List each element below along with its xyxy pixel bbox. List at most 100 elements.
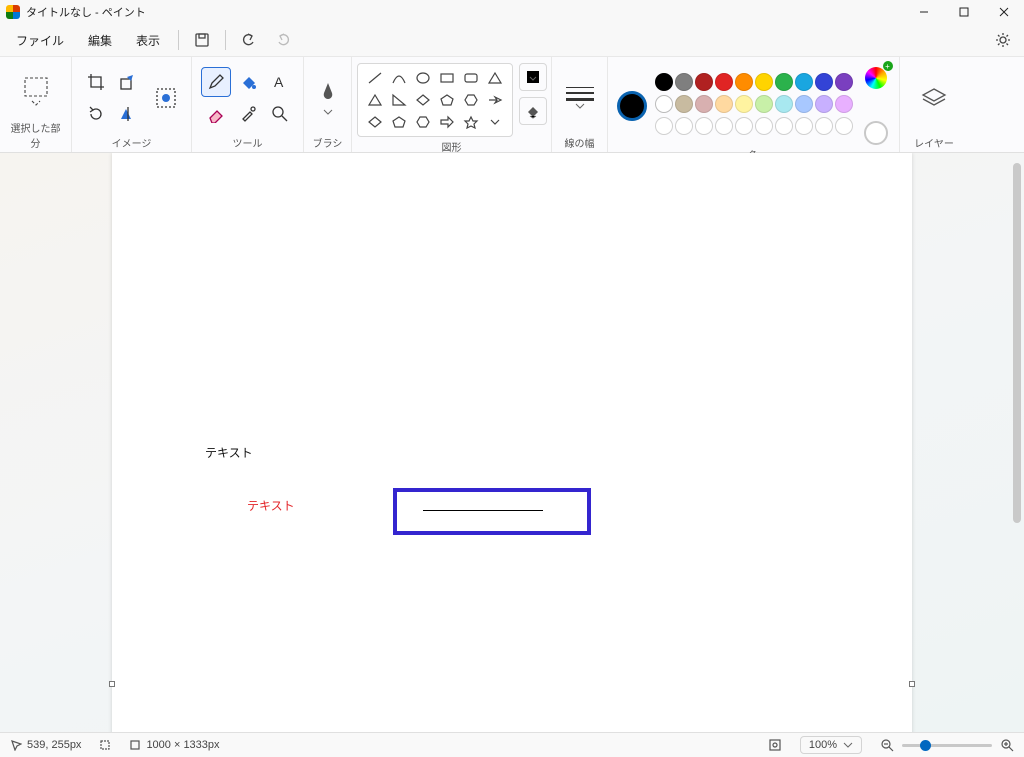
swatch-empty[interactable] [835, 117, 853, 135]
remove-background-button[interactable] [149, 81, 183, 115]
workspace[interactable]: テキスト テキスト [0, 153, 1024, 732]
swatch-empty[interactable] [715, 117, 733, 135]
shapes-gallery[interactable] [357, 63, 513, 137]
canvas[interactable] [112, 153, 912, 732]
swatch[interactable] [715, 95, 733, 113]
swatch[interactable] [715, 73, 733, 91]
swatch[interactable] [835, 95, 853, 113]
swatch[interactable] [775, 73, 793, 91]
shape-right-triangle[interactable] [388, 90, 410, 110]
selection-size [99, 739, 111, 751]
minimize-button[interactable] [904, 0, 944, 24]
shape-triangle[interactable] [364, 90, 386, 110]
edit-colors-button[interactable] [861, 63, 891, 93]
shape-curve[interactable] [388, 68, 410, 88]
canvas-size-value: 1000 × 1333px [146, 739, 219, 751]
shape-pentagon2[interactable] [388, 112, 410, 132]
shape-arrow[interactable] [484, 90, 506, 110]
shape-diamond[interactable] [412, 90, 434, 110]
shape-pentagon[interactable] [436, 90, 458, 110]
swatch-empty[interactable] [695, 117, 713, 135]
layers-button[interactable] [921, 63, 947, 133]
swatch-empty[interactable] [755, 117, 773, 135]
shape-hexagon[interactable] [460, 90, 482, 110]
swatch-empty[interactable] [655, 117, 673, 135]
swatch-empty[interactable] [775, 117, 793, 135]
canvas-text-1: テキスト [205, 444, 253, 461]
swatch[interactable] [835, 73, 853, 91]
canvas-handle-left[interactable] [109, 681, 115, 687]
shape-roundrect[interactable] [460, 68, 482, 88]
canvas-handle-right[interactable] [909, 681, 915, 687]
swatch[interactable] [655, 73, 673, 91]
ribbon: 選択した部分 イメージ A ツール [0, 56, 1024, 153]
shape-oval[interactable] [412, 68, 434, 88]
rotate-button[interactable] [81, 99, 111, 129]
swatch[interactable] [795, 95, 813, 113]
fit-to-window[interactable] [768, 738, 782, 752]
shape-star[interactable] [460, 112, 482, 132]
cursor-position-value: 539, 255px [27, 739, 81, 751]
brush-tool[interactable] [318, 63, 338, 133]
shapes-more[interactable] [484, 112, 506, 132]
save-button[interactable] [187, 26, 217, 54]
swatch[interactable] [795, 73, 813, 91]
swatch-empty[interactable] [815, 117, 833, 135]
swatch[interactable] [675, 95, 693, 113]
stroke-width-button[interactable] [566, 63, 594, 133]
zoom-in-button[interactable] [1000, 738, 1014, 752]
settings-button[interactable] [988, 26, 1018, 54]
zoom-out-button[interactable] [880, 738, 894, 752]
shape-hexagon2[interactable] [412, 112, 434, 132]
swatch[interactable] [675, 73, 693, 91]
zoom-slider[interactable] [902, 744, 992, 747]
eyedropper-tool[interactable] [233, 99, 263, 129]
maximize-button[interactable] [944, 0, 984, 24]
swatch[interactable] [755, 73, 773, 91]
swatch[interactable] [755, 95, 773, 113]
resize-button[interactable] [113, 67, 143, 97]
swatch[interactable] [815, 73, 833, 91]
swatch[interactable] [735, 95, 753, 113]
shape-fill-button[interactable] [519, 97, 547, 125]
statusbar: 539, 255px 1000 × 1333px 100% [0, 732, 1024, 757]
selection-label: 選択した部分 [8, 118, 63, 150]
swatch[interactable] [735, 73, 753, 91]
swatch[interactable] [775, 95, 793, 113]
shape-polygon[interactable] [484, 68, 506, 88]
swatch-empty[interactable] [795, 117, 813, 135]
pencil-tool[interactable] [201, 67, 231, 97]
fill-tool[interactable] [233, 67, 263, 97]
swatch[interactable] [815, 95, 833, 113]
swatch[interactable] [695, 73, 713, 91]
divider [225, 30, 226, 50]
vertical-scrollbar[interactable] [1013, 163, 1021, 523]
undo-button[interactable] [234, 26, 264, 54]
secondary-color[interactable] [864, 121, 888, 145]
zoom-slider-thumb[interactable] [920, 740, 931, 751]
menu-view[interactable]: 表示 [126, 28, 170, 53]
zoom-select[interactable]: 100% [800, 736, 862, 754]
swatch-empty[interactable] [675, 117, 693, 135]
shape-rect[interactable] [436, 68, 458, 88]
swatch-empty[interactable] [735, 117, 753, 135]
menu-edit[interactable]: 編集 [78, 28, 122, 53]
swatch[interactable] [695, 95, 713, 113]
text-tool[interactable]: A [265, 67, 295, 97]
selection-tool[interactable] [16, 69, 56, 113]
menu-file[interactable]: ファイル [6, 28, 74, 53]
cursor-position: 539, 255px [10, 739, 81, 751]
shape-outline-button[interactable] [519, 63, 547, 91]
redo-button[interactable] [268, 26, 298, 54]
eraser-tool[interactable] [201, 99, 231, 129]
crop-button[interactable] [81, 67, 111, 97]
shape-arrow-r[interactable] [436, 112, 458, 132]
primary-color[interactable] [617, 91, 647, 121]
shape-diamond2[interactable] [364, 112, 386, 132]
magnifier-tool[interactable] [265, 99, 295, 129]
swatch[interactable] [655, 95, 673, 113]
shape-line[interactable] [364, 68, 386, 88]
flip-button[interactable] [113, 99, 143, 129]
close-button[interactable] [984, 0, 1024, 24]
divider [178, 30, 179, 50]
